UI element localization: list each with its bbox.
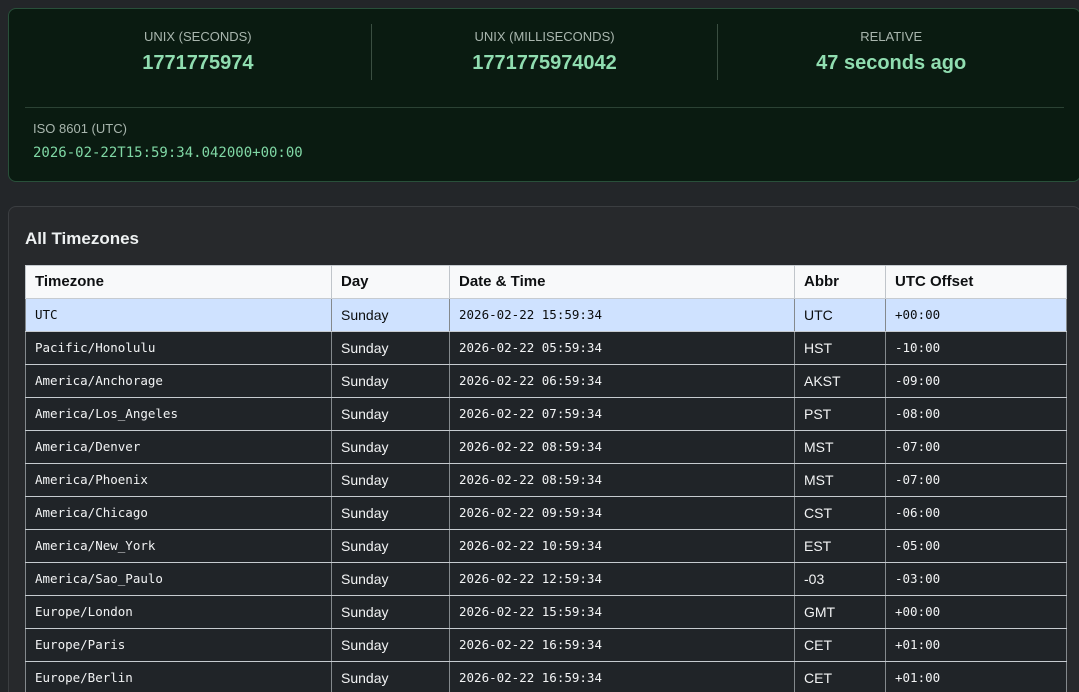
table-header-row: TimezoneDayDate & TimeAbbrUTC Offset: [26, 266, 1067, 299]
abbr-cell: CET: [795, 629, 886, 662]
abbr-cell: GMT: [795, 596, 886, 629]
timezone-cell: Europe/Paris: [26, 629, 332, 662]
day-cell: Sunday: [332, 431, 450, 464]
day-cell: Sunday: [332, 596, 450, 629]
timezone-cell: America/Phoenix: [26, 464, 332, 497]
utc-offset-cell: -06:00: [886, 497, 1067, 530]
table-row: America/ChicagoSunday2026-02-22 09:59:34…: [26, 497, 1067, 530]
datetime-cell: 2026-02-22 10:59:34: [450, 530, 795, 563]
datetime-cell: 2026-02-22 15:59:34: [450, 596, 795, 629]
abbr-cell: UTC: [795, 299, 886, 332]
table-row: Pacific/HonoluluSunday2026-02-22 05:59:3…: [26, 332, 1067, 365]
timezone-cell: America/New_York: [26, 530, 332, 563]
table-header-cell: Day: [332, 266, 450, 299]
abbr-cell: -03: [795, 563, 886, 596]
abbr-cell: PST: [795, 398, 886, 431]
unix-milliseconds-block: UNIX (MILLISECONDS) 1771775974042: [372, 28, 718, 77]
datetime-cell: 2026-02-22 08:59:34: [450, 464, 795, 497]
datetime-cell: 2026-02-22 16:59:34: [450, 629, 795, 662]
day-cell: Sunday: [332, 332, 450, 365]
day-cell: Sunday: [332, 563, 450, 596]
datetime-cell: 2026-02-22 07:59:34: [450, 398, 795, 431]
table-row: Europe/ParisSunday2026-02-22 16:59:34CET…: [26, 629, 1067, 662]
datetime-cell: 2026-02-22 15:59:34: [450, 299, 795, 332]
day-cell: Sunday: [332, 662, 450, 692]
timestamp-converter-panel: UNIX (SECONDS) 1771775974 UNIX (MILLISEC…: [8, 8, 1079, 182]
table-row: Europe/LondonSunday2026-02-22 15:59:34GM…: [26, 596, 1067, 629]
timezone-cell: America/Sao_Paulo: [26, 563, 332, 596]
datetime-cell: 2026-02-22 06:59:34: [450, 365, 795, 398]
table-row: UTCSunday2026-02-22 15:59:34UTC+00:00: [26, 299, 1067, 332]
day-cell: Sunday: [332, 497, 450, 530]
abbr-cell: HST: [795, 332, 886, 365]
unix-milliseconds-value: 1771775974042: [372, 49, 718, 77]
utc-offset-cell: +00:00: [886, 596, 1067, 629]
timezones-table: TimezoneDayDate & TimeAbbrUTC Offset UTC…: [25, 265, 1067, 692]
utc-offset-cell: -08:00: [886, 398, 1067, 431]
day-cell: Sunday: [332, 629, 450, 662]
timezone-cell: America/Los_Angeles: [26, 398, 332, 431]
abbr-cell: MST: [795, 464, 886, 497]
table-row: America/New_YorkSunday2026-02-22 10:59:3…: [26, 530, 1067, 563]
relative-time-value: 47 seconds ago: [718, 49, 1064, 77]
timezone-cell: America/Anchorage: [26, 365, 332, 398]
abbr-cell: CET: [795, 662, 886, 692]
table-header-cell: Abbr: [795, 266, 886, 299]
iso-8601-value: 2026-02-22T15:59:34.042000+00:00: [33, 143, 1056, 163]
utc-offset-cell: -03:00: [886, 563, 1067, 596]
utc-offset-cell: -09:00: [886, 365, 1067, 398]
utc-offset-cell: +01:00: [886, 662, 1067, 692]
unix-seconds-label: UNIX (SECONDS): [25, 28, 371, 46]
datetime-cell: 2026-02-22 08:59:34: [450, 431, 795, 464]
datetime-cell: 2026-02-22 12:59:34: [450, 563, 795, 596]
utc-offset-cell: -07:00: [886, 431, 1067, 464]
timezone-cell: America/Denver: [26, 431, 332, 464]
abbr-cell: AKST: [795, 365, 886, 398]
timezone-cell: America/Chicago: [26, 497, 332, 530]
abbr-cell: MST: [795, 431, 886, 464]
datetime-cell: 2026-02-22 05:59:34: [450, 332, 795, 365]
utc-offset-cell: -10:00: [886, 332, 1067, 365]
all-timezones-card: All Timezones TimezoneDayDate & TimeAbbr…: [8, 206, 1079, 692]
timezone-cell: Europe/Berlin: [26, 662, 332, 692]
table-header-cell: Date & Time: [450, 266, 795, 299]
iso-8601-label: ISO 8601 (UTC): [33, 120, 1056, 138]
relative-time-label: RELATIVE: [718, 28, 1064, 46]
utc-offset-cell: +01:00: [886, 629, 1067, 662]
converter-values-row: UNIX (SECONDS) 1771775974 UNIX (MILLISEC…: [25, 24, 1064, 80]
table-row: America/DenverSunday2026-02-22 08:59:34M…: [26, 431, 1067, 464]
day-cell: Sunday: [332, 464, 450, 497]
relative-time-block: RELATIVE 47 seconds ago: [718, 28, 1064, 77]
table-row: America/PhoenixSunday2026-02-22 08:59:34…: [26, 464, 1067, 497]
abbr-cell: CST: [795, 497, 886, 530]
timezone-cell: Pacific/Honolulu: [26, 332, 332, 365]
unix-seconds-block: UNIX (SECONDS) 1771775974: [25, 28, 371, 77]
day-cell: Sunday: [332, 365, 450, 398]
utc-offset-cell: -07:00: [886, 464, 1067, 497]
all-timezones-title: All Timezones: [25, 227, 1064, 250]
table-row: America/Los_AngelesSunday2026-02-22 07:5…: [26, 398, 1067, 431]
day-cell: Sunday: [332, 398, 450, 431]
day-cell: Sunday: [332, 299, 450, 332]
table-header-cell: Timezone: [26, 266, 332, 299]
table-row: Europe/BerlinSunday2026-02-22 16:59:34CE…: [26, 662, 1067, 692]
abbr-cell: EST: [795, 530, 886, 563]
day-cell: Sunday: [332, 530, 450, 563]
utc-offset-cell: -05:00: [886, 530, 1067, 563]
datetime-cell: 2026-02-22 16:59:34: [450, 662, 795, 692]
timezone-cell: UTC: [26, 299, 332, 332]
datetime-cell: 2026-02-22 09:59:34: [450, 497, 795, 530]
unix-milliseconds-label: UNIX (MILLISECONDS): [372, 28, 718, 46]
timezone-cell: Europe/London: [26, 596, 332, 629]
unix-seconds-value: 1771775974: [25, 49, 371, 77]
table-row: America/Sao_PauloSunday2026-02-22 12:59:…: [26, 563, 1067, 596]
table-header-cell: UTC Offset: [886, 266, 1067, 299]
utc-offset-cell: +00:00: [886, 299, 1067, 332]
iso-8601-section: ISO 8601 (UTC) 2026-02-22T15:59:34.04200…: [25, 107, 1064, 165]
table-row: America/AnchorageSunday2026-02-22 06:59:…: [26, 365, 1067, 398]
